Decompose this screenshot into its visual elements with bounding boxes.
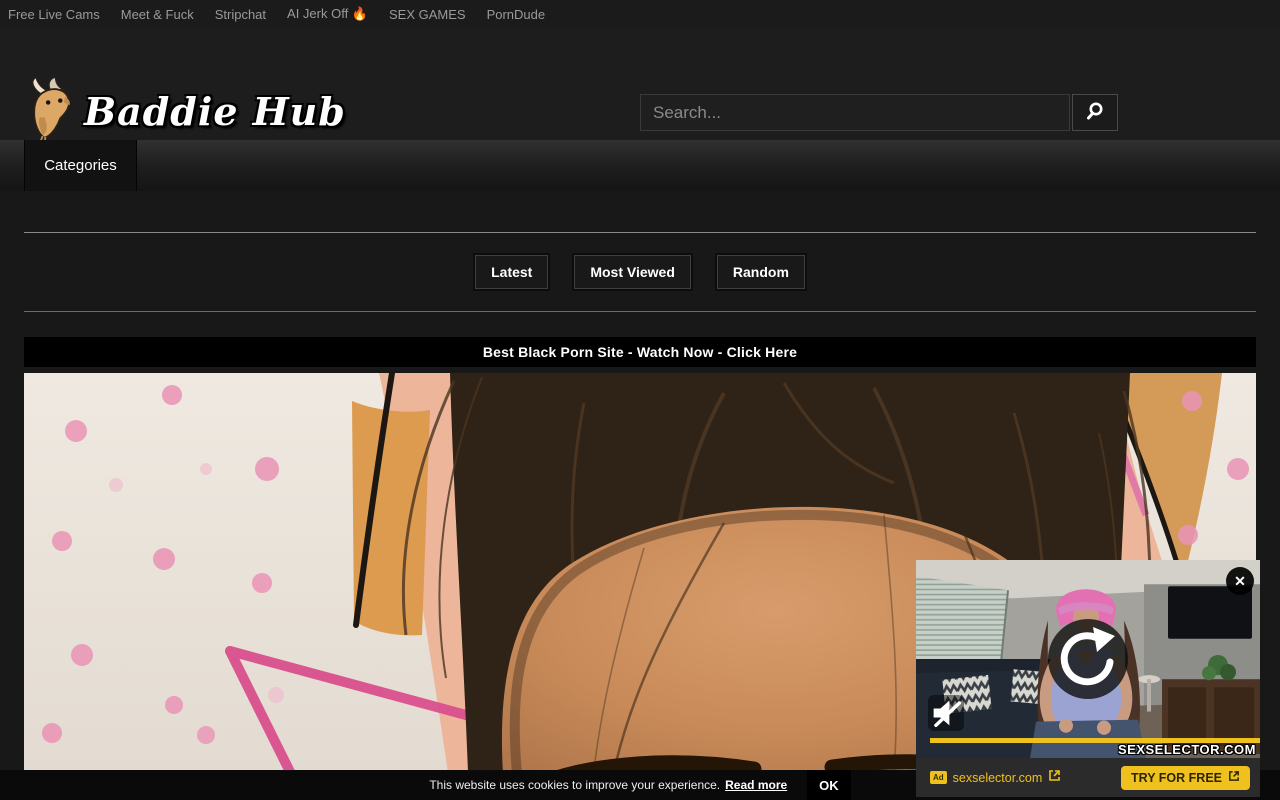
close-icon[interactable]: ✕ (1226, 567, 1254, 595)
top-link-porndude[interactable]: PornDude (487, 7, 546, 22)
external-link-icon (1228, 770, 1240, 785)
tab-random[interactable]: Random (717, 255, 805, 289)
main-nav: Categories (0, 140, 1280, 191)
ad-cta-button[interactable]: TRY FOR FREE (1121, 766, 1250, 790)
tab-most-viewed[interactable]: Most Viewed (574, 255, 691, 289)
sort-tabs: Latest Most Viewed Random (0, 255, 1280, 289)
divider (24, 232, 1256, 233)
top-link-free-live-cams[interactable]: Free Live Cams (8, 7, 100, 22)
site-logo[interactable]: Baddie Hub (22, 76, 346, 147)
ad-video-player[interactable]: SEXSELECTOR.COM ✕ (916, 560, 1260, 758)
search-input[interactable] (640, 94, 1070, 131)
page: Free Live Cams Meet & Fuck Stripchat AI … (0, 0, 1280, 800)
top-link-stripchat[interactable]: Stripchat (215, 7, 266, 22)
external-link-icon (1048, 769, 1061, 787)
tab-latest[interactable]: Latest (475, 255, 548, 289)
ad-badge: Ad (930, 771, 947, 784)
site-title: Baddie Hub (84, 89, 346, 134)
goat-logo-icon (22, 76, 78, 147)
search-button[interactable] (1072, 94, 1118, 131)
cookie-message: This website uses cookies to improve you… (429, 778, 720, 792)
promo-banner-link[interactable]: Best Black Porn Site - Watch Now - Click… (24, 337, 1256, 367)
top-link-ai-jerk-off[interactable]: AI Jerk Off 🔥 (287, 6, 368, 22)
site-header: Baddie Hub (0, 28, 1280, 140)
ad-footer: Ad sexselector.com TRY FOR FREE (916, 758, 1260, 797)
search-icon (1085, 101, 1105, 124)
ad-watermark: SEXSELECTOR.COM (1118, 742, 1256, 757)
nav-item-categories[interactable]: Categories (24, 140, 137, 191)
top-link-meet-and-fuck[interactable]: Meet & Fuck (121, 7, 194, 22)
video-ad: SEXSELECTOR.COM ✕ Ad sexselector.com TRY… (916, 560, 1260, 797)
read-more-link[interactable]: Read more (725, 778, 787, 792)
replay-icon[interactable] (1048, 619, 1128, 699)
mute-icon[interactable] (928, 695, 964, 731)
top-links-bar: Free Live Cams Meet & Fuck Stripchat AI … (0, 0, 1280, 28)
divider (24, 311, 1256, 312)
ad-cta-label: TRY FOR FREE (1131, 771, 1222, 785)
cookie-ok-button[interactable]: OK (807, 770, 851, 800)
top-link-sex-games[interactable]: SEX GAMES (389, 7, 466, 22)
ad-domain-link[interactable]: sexselector.com (953, 771, 1043, 785)
search-bar (640, 94, 1118, 131)
